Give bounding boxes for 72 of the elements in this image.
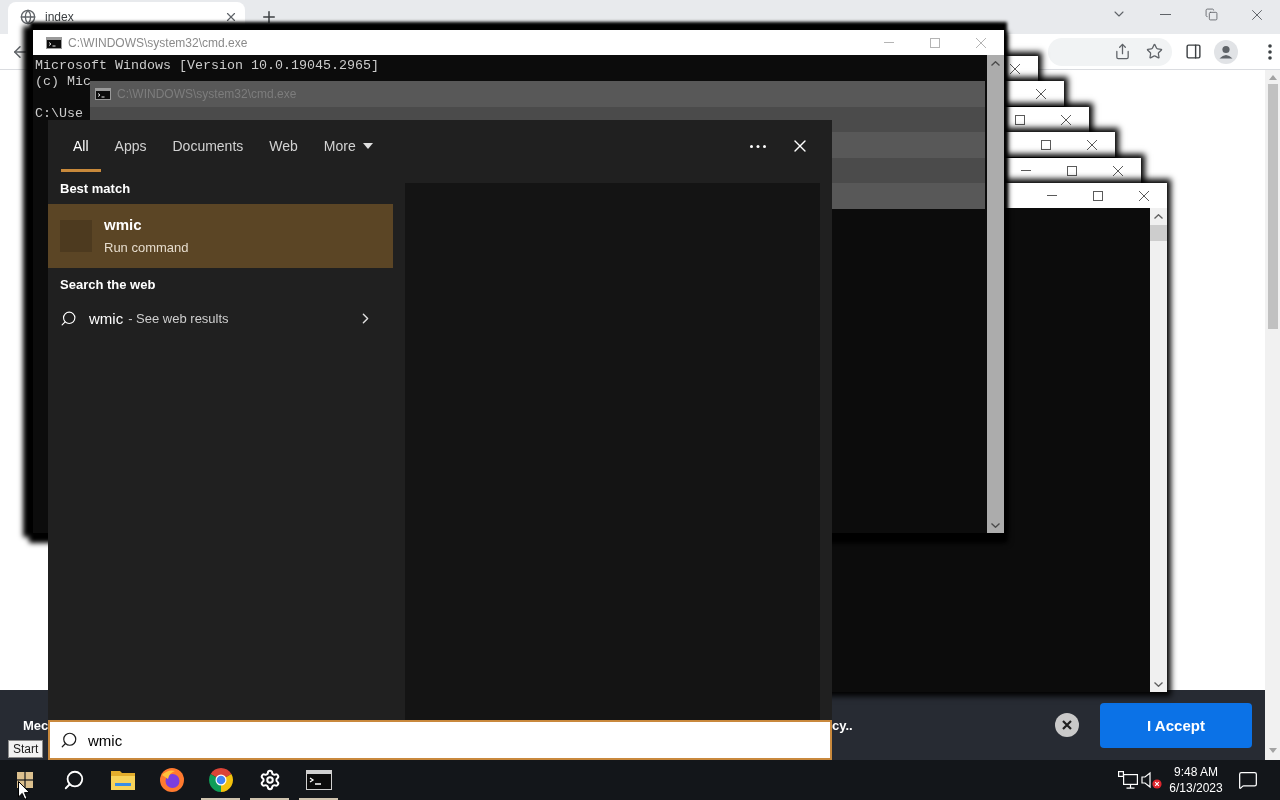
square-icon <box>1015 114 1026 125</box>
cursor-icon <box>18 781 30 800</box>
console-line: (c) Mic <box>35 74 92 90</box>
close-icon <box>1113 165 1123 176</box>
search-result[interactable]: wmic - See web results <box>48 300 393 336</box>
close-icon <box>1087 139 1098 150</box>
console-line: Microsoft Windows [Version 10.0.19045.2965] <box>35 58 380 74</box>
close-icon <box>1138 190 1149 201</box>
search-result[interactable]: wmic Run command <box>48 204 393 268</box>
terminal-icon <box>46 36 62 49</box>
triangle-down-icon <box>1268 748 1277 753</box>
segmented-ring-icon <box>208 768 233 792</box>
filter-tab[interactable]: Apps <box>102 120 159 172</box>
close-icon <box>224 10 238 24</box>
close-icon <box>976 37 986 48</box>
square-icon <box>930 37 940 48</box>
chevron-up-icon <box>1153 214 1163 219</box>
clock[interactable]: 9:48 AM 6/13/2023 <box>1166 760 1226 800</box>
scrollbar[interactable] <box>987 55 1004 533</box>
share-icon <box>1113 43 1131 60</box>
search-icon <box>62 769 85 791</box>
folder-icon <box>110 770 135 790</box>
window-title: C:\WINDOWS\system32\cmd.exe <box>68 35 248 50</box>
filter-tab[interactable]: Documents <box>160 120 256 172</box>
dismiss-button[interactable] <box>1055 713 1079 737</box>
minus-icon <box>884 42 894 43</box>
address-bar[interactable] <box>1048 37 1172 66</box>
caret-down-icon <box>362 143 373 149</box>
minus-icon <box>1046 195 1057 196</box>
close-icon <box>1035 88 1046 99</box>
star-icon <box>1145 43 1163 60</box>
chevron-down-icon <box>991 523 1000 528</box>
profile-button[interactable] <box>1212 37 1240 66</box>
person-icon <box>1214 39 1238 64</box>
filter-tab[interactable]: All <box>61 120 101 172</box>
accept-button[interactable]: I Accept <box>1100 702 1252 748</box>
dots-icon <box>750 144 766 148</box>
chevron-down-icon <box>1153 682 1163 687</box>
section-heading: Search the web <box>59 275 157 294</box>
search-field[interactable]: wmic <box>48 720 832 760</box>
two-squares-icon <box>1204 8 1218 21</box>
filter-tab[interactable]: Web <box>257 120 310 172</box>
square-icon <box>1092 190 1103 201</box>
scrollbar[interactable] <box>1265 70 1280 760</box>
terminal-icon <box>95 88 111 100</box>
section-heading: Best match <box>59 179 132 198</box>
gear-icon <box>258 769 281 791</box>
square-icon <box>1067 165 1077 176</box>
scroll-thumb[interactable] <box>1267 84 1278 329</box>
minus-icon <box>1159 14 1171 15</box>
plus-icon <box>260 8 278 26</box>
speech-bubble-icon <box>1238 770 1258 790</box>
monitor-icon <box>1118 771 1138 789</box>
console-line: C:\Use <box>35 106 84 122</box>
panel-icon <box>1184 43 1202 60</box>
flame-circle-icon <box>159 768 184 792</box>
chevron-up-icon <box>991 61 1000 66</box>
square-icon <box>1041 139 1052 150</box>
banner-text: Mec <box>23 717 49 733</box>
tooltip: Start <box>8 740 44 758</box>
search-icon <box>60 731 78 749</box>
filter-tab[interactable]: More <box>311 120 385 172</box>
close-icon <box>1061 114 1072 125</box>
vertical-dots-icon <box>1268 43 1272 60</box>
search-icon <box>60 309 77 327</box>
globe-icon <box>20 9 36 25</box>
close-icon <box>1009 63 1020 74</box>
minus-icon <box>1021 170 1031 171</box>
close-icon <box>1055 713 1079 737</box>
triangle-up-icon <box>1268 75 1277 80</box>
terminal-icon <box>305 770 332 790</box>
banner-text: cy.. <box>832 717 853 733</box>
